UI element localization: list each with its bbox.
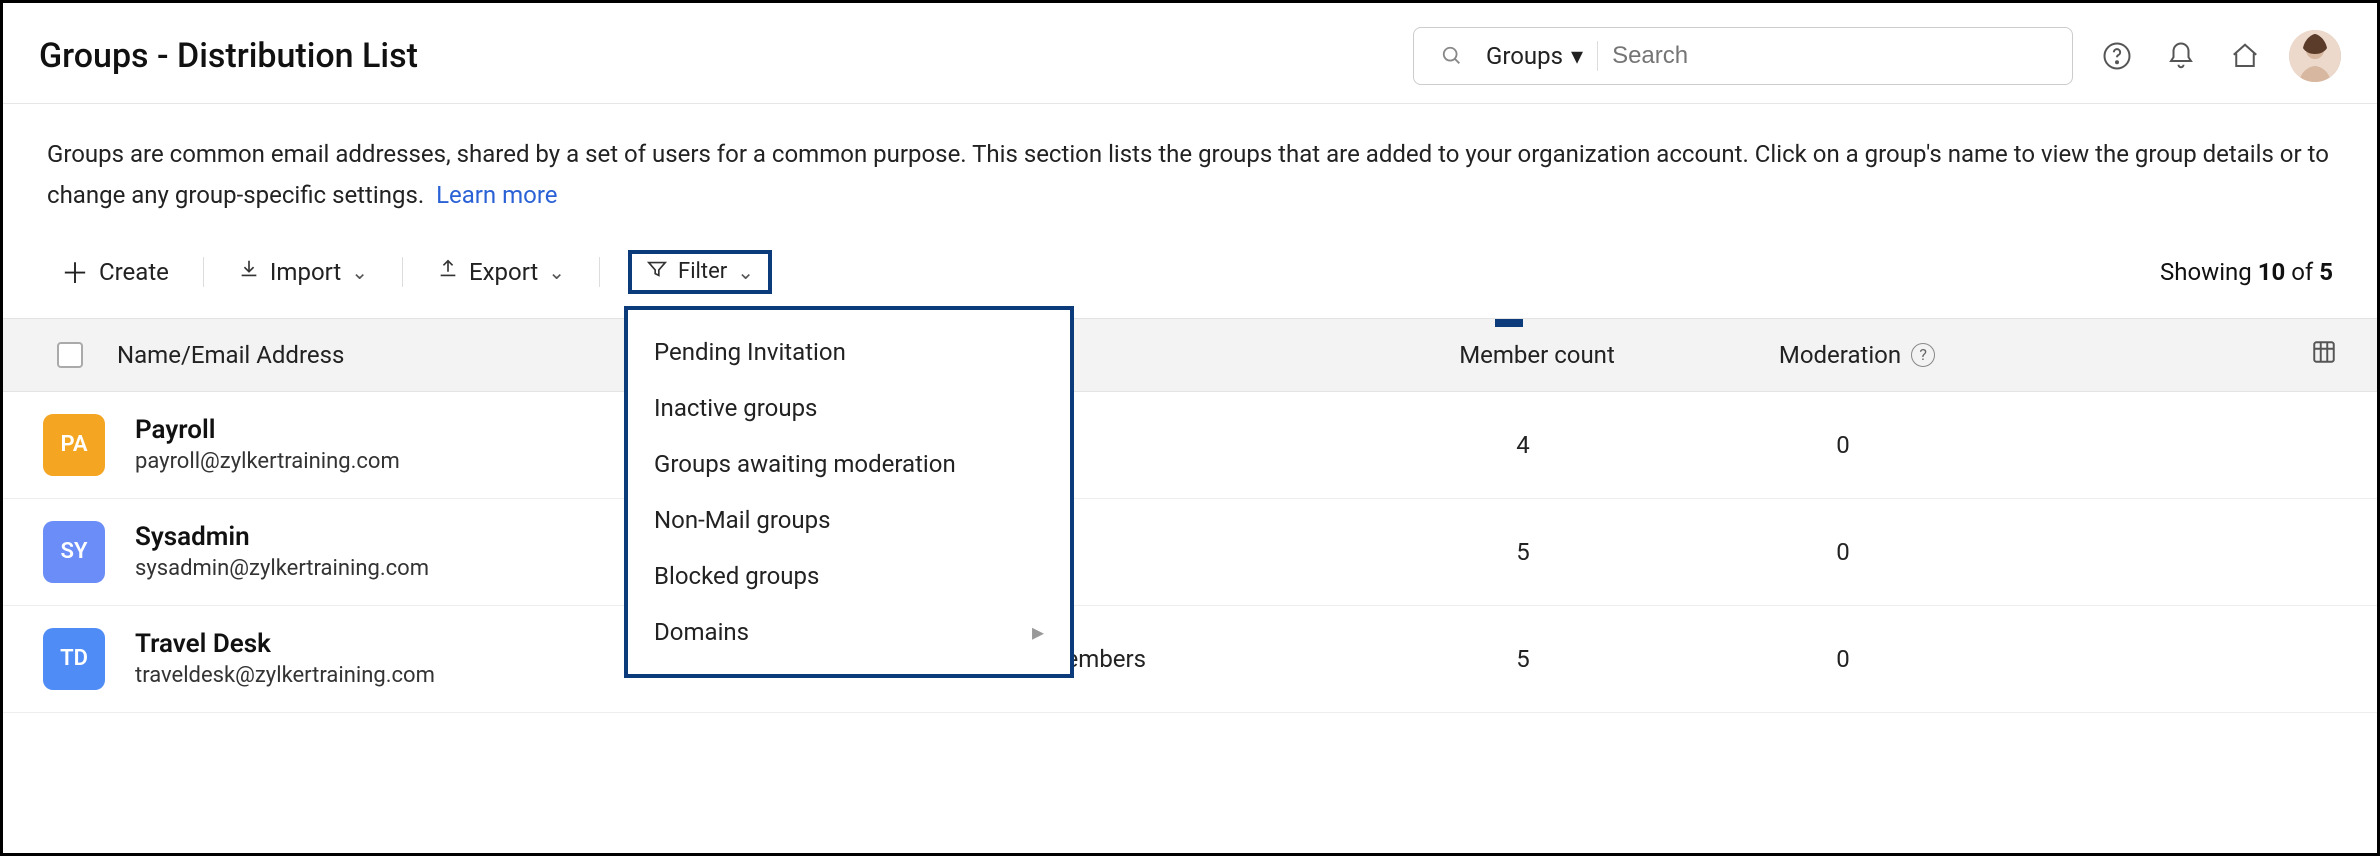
caret-down-icon: ▾ [1571,42,1583,70]
chevron-down-icon: ⌄ [351,260,368,284]
filter-item-label: Inactive groups [654,394,817,422]
bell-icon[interactable] [2161,36,2201,76]
count-cell: 5 [1363,645,1683,673]
description-text: Groups are common email addresses, share… [47,140,2329,209]
help-icon[interactable]: ? [1911,343,1935,367]
filter-item-pending[interactable]: Pending Invitation [628,324,1070,380]
separator [1597,41,1598,71]
divider [402,257,403,287]
search-scope-selector[interactable]: Groups ▾ [1486,42,1583,70]
filter-item-label: Domains [654,618,749,646]
plus-icon: ＋ [61,252,89,292]
col-moderation-header[interactable]: Moderation ? [1697,341,2017,369]
group-badge: TD [43,628,105,690]
moderation-cell: 0 [1683,431,2003,459]
export-button[interactable]: Export ⌄ [431,254,571,290]
filter-item-domains[interactable]: Domains ▸ [628,604,1070,660]
filter-item-label: Blocked groups [654,562,819,590]
table-header: Name/Email Address ? Member count Modera… [3,318,2377,392]
export-icon [437,258,459,286]
topbar: Groups - Distribution List Groups ▾ [3,3,2377,104]
moderation-cell: 0 [1683,645,2003,673]
filter-label: Filter [678,259,727,284]
export-label: Export [469,258,538,286]
learn-more-link[interactable]: Learn more [436,181,557,209]
search-icon [1432,36,1472,76]
count-cell: 4 [1363,431,1683,459]
filter-wrap: Filter ⌄ Pending Invitation Inactive gro… [628,250,772,294]
filter-icon [646,258,668,286]
filter-item-label: Groups awaiting moderation [654,450,956,478]
showing-of: of [2291,258,2313,286]
page-title: Groups - Distribution List [39,36,418,76]
showing-count: 10 [2258,258,2286,286]
chevron-down-icon: ⌄ [548,260,565,284]
help-icon[interactable] [2097,36,2137,76]
col-moderation-label: Moderation [1779,341,1901,369]
filter-button[interactable]: Filter ⌄ [628,250,772,294]
column-resize-handle[interactable] [1495,319,1523,327]
filter-item-nonmail[interactable]: Non-Mail groups [628,492,1070,548]
create-button[interactable]: ＋ Create [55,248,175,296]
divider [203,257,204,287]
select-all-checkbox[interactable] [57,342,83,368]
search-input[interactable] [1612,42,2054,70]
chevron-down-icon: ⌄ [737,260,754,284]
table-row[interactable]: PA Payroll payroll@zylkertraining.com Me… [3,392,2377,499]
filter-dropdown: Pending Invitation Inactive groups Group… [624,306,1074,678]
count-cell: 5 [1363,538,1683,566]
column-settings-button[interactable] [2311,339,2337,371]
home-icon[interactable] [2225,36,2265,76]
showing-prefix: Showing [2160,258,2252,286]
moderation-cell: 0 [1683,538,2003,566]
avatar[interactable] [2289,30,2341,82]
search-scope-label: Groups [1486,42,1563,70]
col-count-header[interactable]: Member count [1377,341,1697,369]
topbar-right: Groups ▾ [1413,27,2341,85]
create-label: Create [99,258,169,286]
import-icon [238,258,260,286]
filter-item-awaiting-moderation[interactable]: Groups awaiting moderation [628,436,1070,492]
filter-item-label: Pending Invitation [654,338,846,366]
description: Groups are common email addresses, share… [3,104,2377,226]
group-badge: SY [43,521,105,583]
filter-item-label: Non-Mail groups [654,506,830,534]
showing-counter: Showing 10 of 5 [2160,258,2333,286]
filter-item-inactive[interactable]: Inactive groups [628,380,1070,436]
table-row[interactable]: TD Travel Desk traveldesk@zylkertraining… [3,606,2377,713]
table-body: PA Payroll payroll@zylkertraining.com Me… [3,392,2377,713]
filter-item-blocked[interactable]: Blocked groups [628,548,1070,604]
toolbar: ＋ Create Import ⌄ Export ⌄ Filter ⌄ Pend… [3,226,2377,318]
import-button[interactable]: Import ⌄ [232,254,374,290]
group-badge: PA [43,414,105,476]
import-label: Import [270,258,341,286]
submenu-arrow-icon: ▸ [1032,618,1044,646]
search-box[interactable]: Groups ▾ [1413,27,2073,85]
showing-total: 5 [2319,258,2333,286]
table-row[interactable]: SY Sysadmin sysadmin@zylkertraining.com … [3,499,2377,606]
divider [599,257,600,287]
